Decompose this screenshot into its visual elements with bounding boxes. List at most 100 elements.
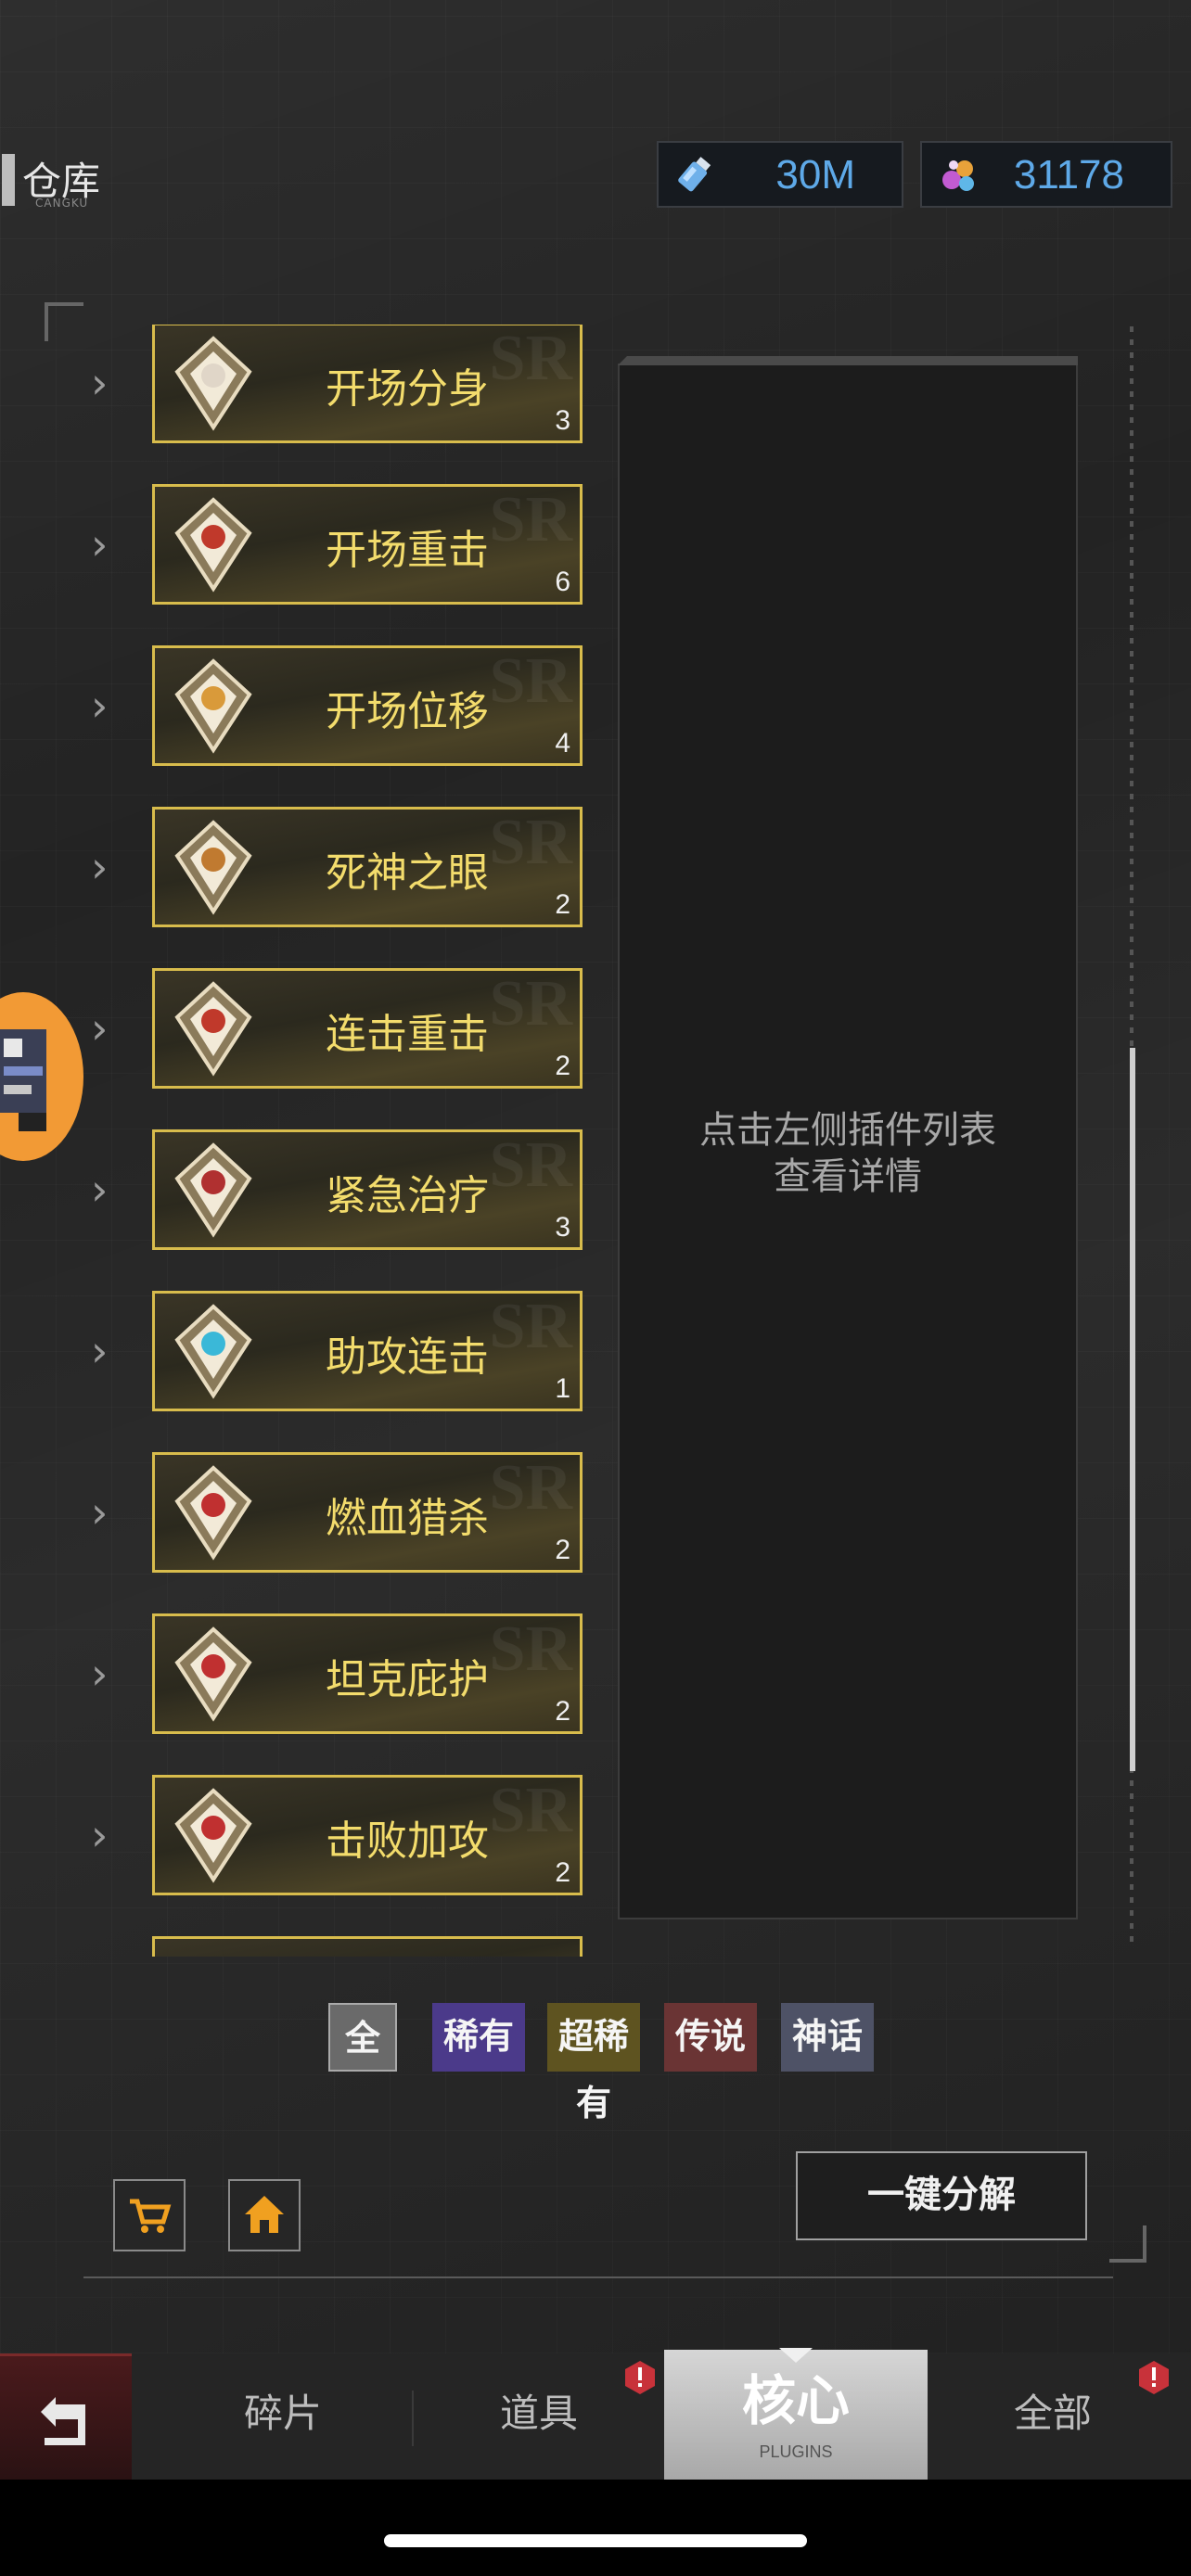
rarity-watermark: SR (489, 1291, 572, 1362)
plugin-count: 2 (555, 1051, 570, 1081)
plugin-card[interactable]: SR 开场重击 6 (152, 484, 583, 605)
decompose-all-button[interactable]: 一键分解 (796, 2151, 1087, 2240)
plugin-card[interactable]: SR 击败加攻 2 (152, 1775, 583, 1895)
blood-hunt-icon (174, 1465, 252, 1561)
tab-core-label: 核心 (741, 2369, 850, 2432)
plugin-count: 2 (555, 1696, 570, 1727)
heal-icon (174, 1142, 252, 1238)
title-marker (2, 154, 15, 206)
rarity-watermark: SR (489, 1613, 572, 1685)
plugin-name: 紧急治疗 (326, 1172, 489, 1219)
plugin-row[interactable]: › SR 开场重击 6 (0, 475, 594, 614)
back-button[interactable] (0, 2353, 132, 2480)
filter-all-label: 全 (344, 2017, 380, 2059)
currency-energy[interactable]: 30M (657, 141, 903, 208)
footer-divider (83, 2276, 1113, 2278)
chevron-right-icon: › (91, 1165, 109, 1215)
plugin-card[interactable]: SR 开场分身 3 (152, 325, 583, 443)
plugin-card[interactable]: SR 坦克庇护 2 (152, 1613, 583, 1734)
rarity-watermark: SR (489, 807, 572, 878)
filter-legendary[interactable]: 传说 (664, 2003, 757, 2072)
assist-icon (174, 1304, 252, 1399)
chevron-right-icon: › (91, 1810, 109, 1860)
chevron-right-icon: › (91, 1326, 109, 1376)
tab-divider (412, 2391, 414, 2446)
scroll-thumb[interactable] (1130, 1048, 1135, 1771)
chevron-right-icon: › (91, 358, 109, 408)
plugin-card[interactable]: SR 连击重击 2 (152, 968, 583, 1089)
filter-legendary-label: 传说 (674, 2015, 746, 2057)
cart-icon (130, 2199, 172, 2233)
plugin-name: 燃血猎杀 (326, 1495, 489, 1542)
rarity-watermark: SR (489, 484, 572, 555)
filter-mythic[interactable]: 神话 (781, 2003, 874, 2072)
plugin-name: 开场位移 (326, 688, 489, 735)
plugin-card[interactable]: SR 死神之眼 2 (152, 807, 583, 927)
clone-icon (174, 336, 252, 431)
bottom-tab-bar: 碎片 道具 全部 (0, 2353, 1191, 2480)
chevron-right-icon: › (91, 519, 109, 569)
tab-core[interactable]: 核心 PLUGINS (664, 2348, 928, 2480)
currency-gems[interactable]: 31178 (920, 141, 1172, 208)
rarity-watermark: SR (489, 325, 572, 394)
plugin-list[interactable]: › SR 开场分身 3 › SR 开场重击 6 › SR 开场位移 4 › SR 死神之眼 2 › SR 连击重击 2… (0, 325, 594, 1957)
tab-all[interactable]: 全部 (955, 2353, 1150, 2480)
tab-items[interactable]: 道具 (442, 2353, 636, 2480)
plugin-row[interactable]: › SR 燃血猎杀 2 (0, 1443, 594, 1582)
plugin-row-partial[interactable] (0, 1927, 594, 1957)
plugin-count: 3 (555, 1212, 570, 1243)
heavy-strike-icon (174, 497, 252, 593)
plugin-card[interactable]: SR 助攻连击 1 (152, 1291, 583, 1411)
home-indicator[interactable] (384, 2534, 807, 2547)
combo-strike-icon (174, 981, 252, 1077)
plugin-card[interactable]: SR 开场位移 4 (152, 645, 583, 766)
rarity-watermark: SR (489, 645, 572, 717)
plugin-detail-panel: 点击左侧插件列表 查看详情 (618, 356, 1078, 1919)
plugin-row[interactable]: › SR 坦克庇护 2 (0, 1604, 594, 1743)
filter-mythic-label: 神话 (791, 2015, 863, 2057)
plugin-name: 坦克庇护 (326, 1656, 489, 1703)
plugin-row[interactable]: › SR 连击重击 2 (0, 959, 594, 1098)
plugin-card[interactable]: SR 紧急治疗 3 (152, 1129, 583, 1250)
filter-super-rare[interactable]: 超稀有 (547, 2003, 640, 2123)
filter-rare[interactable]: 稀有 (432, 2003, 525, 2072)
plugin-count: 2 (555, 1857, 570, 1888)
plugin-card[interactable]: SR 燃血猎杀 2 (152, 1452, 583, 1573)
detail-line-1: 点击左侧插件列表 (699, 1109, 996, 1152)
reaper-eye-icon (174, 820, 252, 915)
plugin-name: 连击重击 (326, 1011, 489, 1058)
system-bar (0, 2480, 1191, 2576)
tab-fragments[interactable]: 碎片 (186, 2353, 380, 2480)
page-subtitle: CANGKU (35, 197, 89, 210)
home-button[interactable] (228, 2179, 301, 2251)
plugin-card[interactable] (152, 1936, 583, 1957)
plugin-row[interactable]: › SR 击败加攻 2 (0, 1766, 594, 1905)
dash-icon (174, 658, 252, 754)
plugin-row[interactable]: › SR 开场分身 3 (0, 325, 594, 453)
tank-shield-icon (174, 1626, 252, 1722)
all-alert-icon (1139, 2361, 1169, 2394)
chevron-right-icon: › (91, 1649, 109, 1699)
plugin-name: 开场重击 (326, 527, 489, 574)
plugin-count: 6 (555, 567, 570, 597)
rarity-watermark: SR (489, 1129, 572, 1201)
plugin-count: 4 (555, 728, 570, 759)
plugin-count: 2 (555, 889, 570, 920)
plugin-row[interactable]: › SR 开场位移 4 (0, 636, 594, 775)
crystal-cluster-icon (942, 160, 974, 191)
detail-line-2: 查看详情 (774, 1155, 922, 1198)
chevron-right-icon: › (91, 1003, 109, 1053)
plugin-name: 开场分身 (326, 365, 489, 413)
currency-energy-value: 30M (775, 152, 855, 198)
chevron-right-icon: › (91, 842, 109, 892)
filter-rare-label: 稀有 (442, 2015, 514, 2057)
filter-all[interactable]: 全 (328, 2003, 397, 2072)
plugin-count: 2 (555, 1535, 570, 1565)
shop-button[interactable] (113, 2179, 186, 2251)
plugin-row[interactable]: › SR 紧急治疗 3 (0, 1120, 594, 1259)
back-arrow-icon (41, 2397, 85, 2445)
plugin-row[interactable]: › SR 助攻连击 1 (0, 1282, 594, 1421)
plugin-name: 助攻连击 (326, 1333, 489, 1381)
plugin-row[interactable]: › SR 死神之眼 2 (0, 797, 594, 937)
footer-corner-bracket (1109, 2225, 1146, 2263)
